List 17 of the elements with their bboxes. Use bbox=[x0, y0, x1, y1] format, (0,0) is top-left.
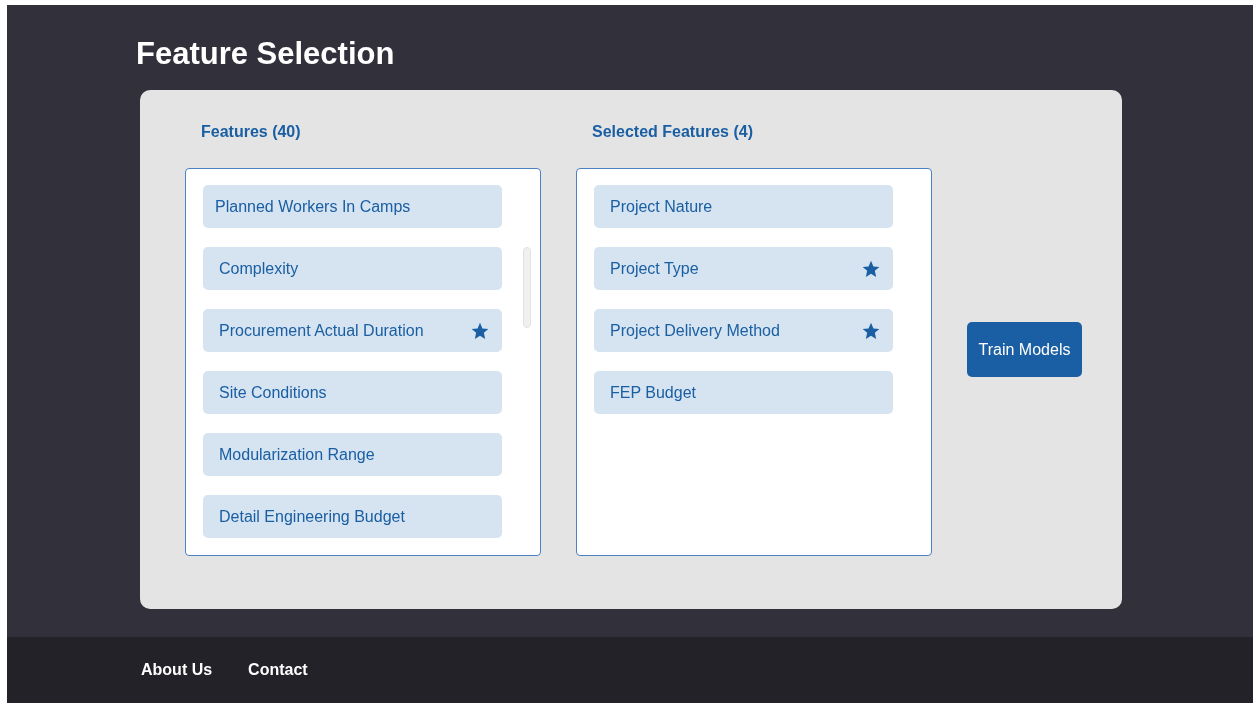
feature-item[interactable]: Modularization Range bbox=[203, 433, 502, 476]
feature-item[interactable]: Project Nature bbox=[594, 185, 893, 228]
page-title: Feature Selection bbox=[136, 36, 396, 73]
feature-item[interactable]: Planned Workers In Camps bbox=[203, 185, 502, 228]
feature-item[interactable]: Project Delivery Method bbox=[594, 309, 893, 352]
list-heading: Features (40) bbox=[201, 122, 302, 142]
footer-link[interactable]: Contact bbox=[248, 661, 308, 679]
feature-item[interactable]: Project Type bbox=[594, 247, 893, 290]
scrollbar[interactable] bbox=[523, 247, 531, 328]
feature-item[interactable]: FEP Budget bbox=[594, 371, 893, 414]
feature-item[interactable]: Procurement Actual Duration bbox=[203, 309, 502, 352]
list-heading: Selected Features (4) bbox=[592, 122, 754, 142]
feature-item[interactable]: Complexity bbox=[203, 247, 502, 290]
feature-item[interactable]: Site Conditions bbox=[203, 371, 502, 414]
feature-item[interactable]: Detail Engineering Budget bbox=[203, 495, 502, 538]
footer-link[interactable]: About Us bbox=[141, 661, 213, 679]
train-button[interactable]: Train Models bbox=[967, 322, 1082, 377]
